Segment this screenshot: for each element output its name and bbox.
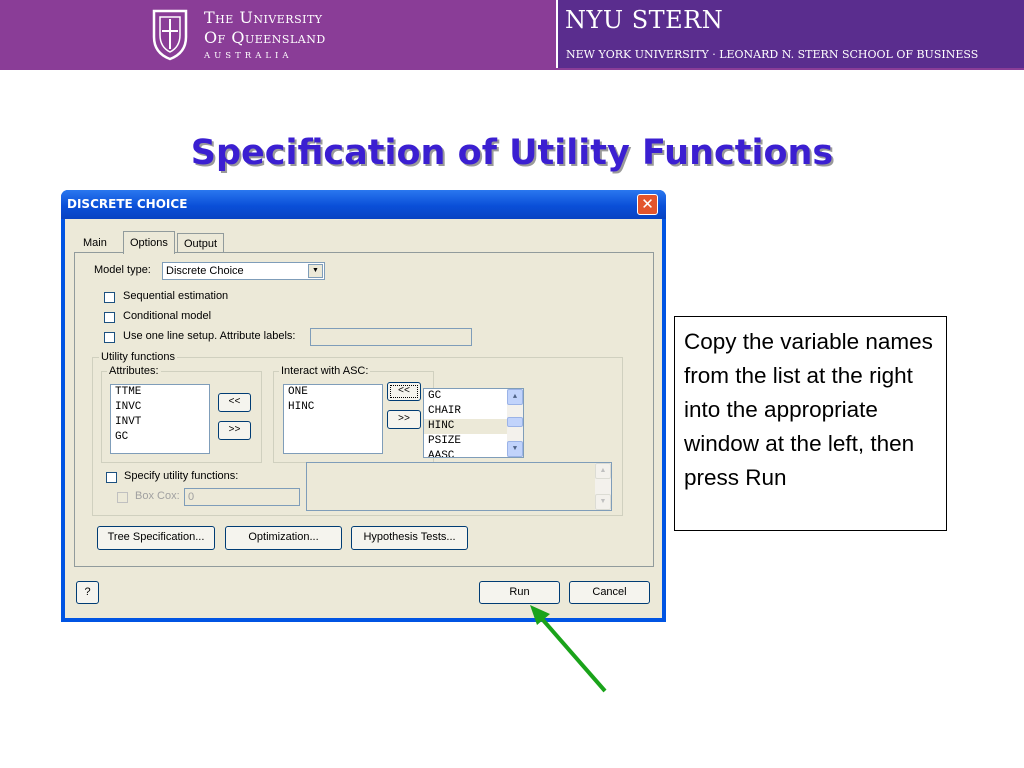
slide-title: Specification of Utility Functions — [190, 133, 834, 173]
uq-country: AUSTRALIA — [204, 51, 293, 61]
list-item[interactable]: TTME — [111, 385, 209, 400]
uq-crest-icon — [152, 9, 188, 61]
attributes-group: Attributes: TTME INVC INVT GC << >> — [101, 365, 262, 463]
asc-add-button[interactable]: << — [387, 382, 421, 401]
close-button[interactable]: ✕ — [637, 194, 658, 215]
tree-specification-button[interactable]: Tree Specification... — [97, 526, 215, 550]
model-type-select[interactable]: Discrete Choice ▼ — [162, 262, 325, 280]
asc-list[interactable]: ONE HINC — [283, 384, 383, 454]
utility-functions-group: Utility functions Attributes: TTME INVC … — [92, 351, 623, 516]
header-banner: The University Of Queensland AUSTRALIA N… — [0, 0, 1024, 70]
uq-logo-text: The University Of Queensland AUSTRALIA — [204, 8, 326, 61]
scroll-down-icon[interactable]: ▼ — [595, 494, 611, 510]
sequential-estimation-label: Sequential estimation — [123, 290, 229, 302]
instruction-callout: Copy the variable names from the list at… — [674, 316, 947, 531]
hypothesis-tests-button[interactable]: Hypothesis Tests... — [351, 526, 468, 550]
conditional-model-checkbox[interactable] — [104, 312, 115, 323]
asc-remove-button[interactable]: >> — [387, 410, 421, 429]
sequential-estimation-checkbox[interactable] — [104, 292, 115, 303]
attributes-list[interactable]: TTME INVC INVT GC — [110, 384, 210, 454]
help-button[interactable]: ? — [76, 581, 99, 604]
specify-utility-label: Specify utility functions: — [124, 470, 239, 482]
variable-list-scrollbar[interactable]: ▲ ▼ — [507, 389, 523, 457]
scroll-down-icon[interactable]: ▼ — [507, 441, 523, 457]
asc-group: Interact with ASC: ONE HINC << >> — [273, 365, 434, 463]
asc-title: Interact with ASC: — [279, 365, 371, 377]
nyu-stern-logo: NYU STERN — [565, 6, 724, 34]
scroll-up-icon[interactable]: ▲ — [507, 389, 523, 405]
scroll-up-icon[interactable]: ▲ — [595, 463, 611, 479]
one-line-setup-checkbox[interactable] — [104, 332, 115, 343]
scroll-thumb[interactable] — [507, 417, 523, 427]
options-tab-panel: Model type: Discrete Choice ▼ Sequential… — [74, 252, 654, 567]
attributes-title: Attributes: — [107, 365, 161, 377]
list-item[interactable]: HINC — [284, 400, 382, 415]
dialog-titlebar[interactable]: DISCRETE CHOICE ✕ — [61, 190, 666, 219]
green-arrow-icon — [530, 605, 607, 693]
tab-options[interactable]: Options — [123, 231, 175, 254]
attributes-add-button[interactable]: << — [218, 393, 251, 412]
one-line-setup-label: Use one line setup. Attribute labels: — [123, 330, 296, 342]
box-cox-label: Box Cox: — [135, 490, 180, 502]
attributes-remove-button[interactable]: >> — [218, 421, 251, 440]
tab-main[interactable]: Main — [77, 233, 113, 253]
box-cox-checkbox[interactable] — [117, 492, 128, 503]
discrete-choice-dialog: DISCRETE CHOICE ✕ Main Options Output Mo… — [61, 190, 666, 622]
tab-output[interactable]: Output — [177, 233, 225, 253]
uq-name-line1: The University — [204, 8, 323, 27]
variable-source-list[interactable]: GC CHAIR HINC PSIZE AASC ▲ ▼ — [423, 388, 524, 458]
list-item[interactable]: GC — [111, 430, 209, 445]
conditional-model-label: Conditional model — [123, 310, 212, 322]
dialog-title: DISCRETE CHOICE — [67, 197, 188, 211]
attribute-labels-field[interactable] — [310, 328, 472, 346]
specify-utility-checkbox[interactable] — [106, 472, 117, 483]
list-item[interactable]: ONE — [284, 385, 382, 400]
list-item[interactable]: INVC — [111, 400, 209, 415]
optimization-button[interactable]: Optimization... — [225, 526, 342, 550]
list-item[interactable]: INVT — [111, 415, 209, 430]
utility-functions-textarea[interactable]: ▲ ▼ — [306, 462, 612, 511]
textarea-scrollbar[interactable]: ▲ ▼ — [595, 463, 611, 510]
model-type-value: Discrete Choice — [166, 265, 244, 277]
dialog-client-area: Main Options Output Model type: Discrete… — [65, 219, 662, 618]
box-cox-field[interactable]: 0 — [184, 488, 300, 506]
nyu-stern-subtitle: NEW YORK UNIVERSITY · LEONARD N. STERN S… — [566, 48, 979, 61]
uq-name-line2: Of Queensland — [204, 28, 326, 47]
utility-functions-title: Utility functions — [99, 351, 177, 363]
chevron-down-icon[interactable]: ▼ — [308, 264, 323, 278]
model-type-label: Model type: — [94, 264, 151, 276]
